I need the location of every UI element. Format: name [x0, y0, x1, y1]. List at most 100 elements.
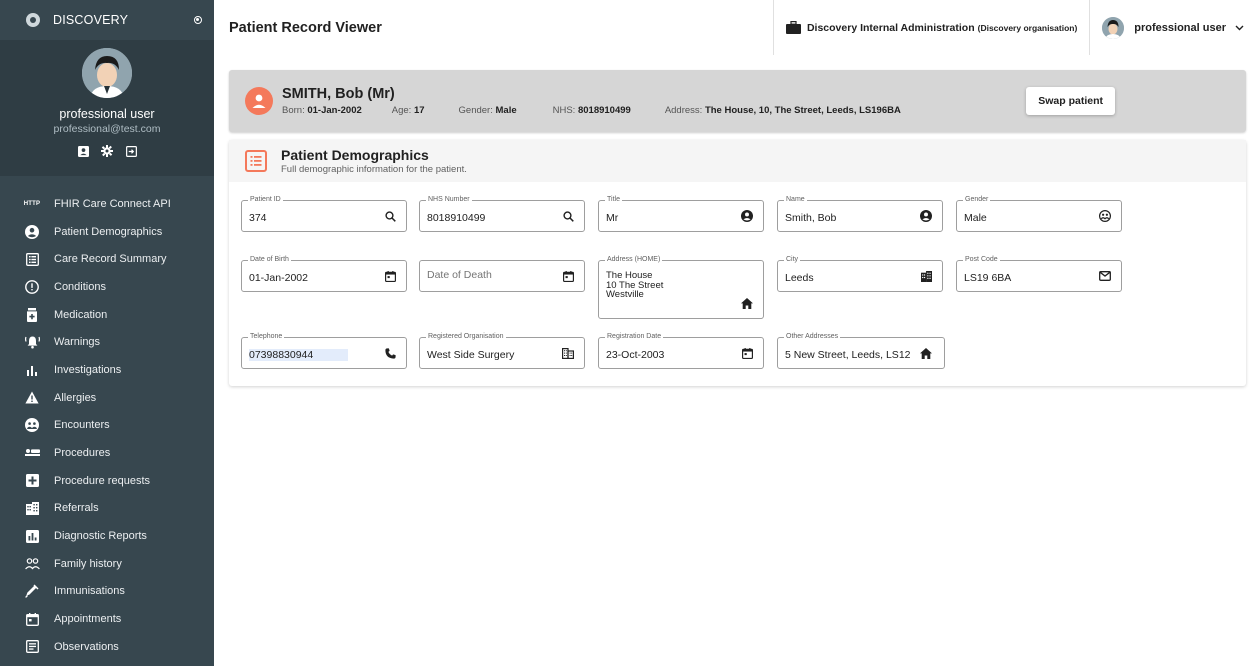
bar-chart-icon [24, 362, 40, 378]
swap-patient-button[interactable]: Swap patient [1026, 87, 1115, 115]
sidebar-nav: HTTP FHIR Care Connect API Patient Demog… [0, 176, 214, 661]
sidebar-item-medication[interactable]: Medication [0, 301, 214, 329]
sidebar-item-encounters[interactable]: Encounters [0, 412, 214, 440]
calendar-icon[interactable] [741, 347, 753, 359]
search-icon[interactable] [384, 210, 396, 222]
phone-icon[interactable] [384, 347, 396, 359]
medical-plus-icon [24, 473, 40, 489]
account-box-icon[interactable] [76, 144, 90, 158]
registration-date-field[interactable]: Registration Date 23-Oct-2003 [598, 332, 764, 369]
gender-field[interactable]: Gender Male [956, 195, 1122, 232]
nhs-label: NHS: [552, 105, 576, 116]
sidebar-item-label: Allergies [54, 391, 97, 404]
other-addresses-field[interactable]: Other Addresses 5 New Street, Leeds, LS1… [777, 332, 945, 369]
name-field[interactable]: Name Smith, Bob [777, 195, 943, 232]
search-icon[interactable] [562, 210, 574, 222]
sidebar-item-observations[interactable]: Observations [0, 633, 214, 661]
radio-toggle-icon[interactable] [194, 16, 202, 24]
age-label: Age: [391, 105, 412, 116]
sidebar-item-label: Appointments [54, 613, 122, 626]
field-value: 374 [249, 212, 267, 224]
user-menu[interactable]: professional user [1089, 0, 1258, 55]
sidebar-item-label: Family history [54, 557, 122, 570]
field-value: Male [964, 212, 987, 224]
sidebar-item-investigations[interactable]: Investigations [0, 356, 214, 384]
patient-id-field[interactable]: Patient ID 374 [241, 195, 407, 232]
field-label: City [784, 255, 801, 265]
notes-icon [24, 639, 40, 655]
born-value: 01-Jan-2002 [307, 105, 362, 116]
sidebar-item-label: FHIR Care Connect API [54, 197, 171, 210]
domain-icon [562, 347, 574, 359]
discovery-logo-icon [26, 13, 40, 27]
warning-triangle-icon [24, 390, 40, 406]
profile-actions [76, 144, 138, 158]
age-value: 17 [413, 105, 425, 116]
nhs-value: 8018910499 [577, 105, 631, 116]
sidebar-item-procedure-requests[interactable]: Procedure requests [0, 467, 214, 495]
field-label: Post Code [963, 255, 1000, 265]
building-icon [24, 500, 40, 516]
top-bar: Patient Record Viewer Discovery Internal… [214, 0, 1258, 70]
sidebar-item-fhir[interactable]: HTTP FHIR Care Connect API [0, 190, 214, 218]
date-of-birth-field[interactable]: Date of Birth 01-Jan-2002 [241, 255, 407, 292]
field-value: The House 10 The Street Westville [606, 270, 664, 300]
date-of-death-field[interactable]: Date of Death [419, 260, 585, 292]
sidebar-item-immunisations[interactable]: Immunisations [0, 578, 214, 606]
gender-value: Male [495, 105, 517, 116]
list-alt-icon [24, 251, 40, 267]
profile-email: professional@test.com [53, 123, 161, 135]
envelope-icon [1099, 270, 1111, 282]
sidebar-item-allergies[interactable]: Allergies [0, 384, 214, 412]
patient-summary: Born: 01-Jan-2002 Age: 17 Gender: Male N… [282, 105, 1026, 116]
gender-label: Gender: [458, 105, 493, 116]
error-outline-icon [24, 279, 40, 295]
sidebar-item-procedures[interactable]: Procedures [0, 439, 214, 467]
demographics-subtitle: Full demographic information for the pat… [281, 164, 467, 175]
field-label: Gender [963, 195, 991, 205]
field-value: 5 New Street, Leeds, LS12 [785, 349, 911, 361]
http-icon: HTTP [23, 200, 41, 207]
sidebar-item-appointments[interactable]: Appointments [0, 605, 214, 633]
calendar-icon[interactable] [384, 270, 396, 282]
field-value: LS19 6BA [964, 272, 1012, 284]
gear-icon[interactable] [100, 144, 114, 158]
sidebar-item-referrals[interactable]: Referrals [0, 495, 214, 523]
telephone-field[interactable]: Telephone 07398830944 [241, 332, 407, 369]
sidebar-item-label: Procedure requests [54, 474, 150, 487]
address-field[interactable]: Address (HOME) The House 10 The Street W… [598, 255, 764, 319]
sidebar-item-warnings[interactable]: Warnings [0, 328, 214, 356]
calendar-icon [24, 611, 40, 627]
briefcase-icon [785, 21, 801, 34]
organisation-selector[interactable]: Discovery Internal Administration (Disco… [772, 0, 1089, 55]
field-value: Smith, Bob [785, 212, 837, 224]
field-label: NHS Number [426, 195, 472, 205]
sidebar-item-label: Procedures [54, 447, 111, 460]
home-icon [920, 347, 932, 359]
page-title: Patient Record Viewer [229, 19, 382, 36]
nhs-number-field[interactable]: NHS Number 8018910499 [419, 195, 585, 232]
field-value: Mr [606, 212, 619, 224]
sidebar-item-demographics[interactable]: Patient Demographics [0, 218, 214, 246]
user-name: professional user [1134, 21, 1226, 34]
field-value: 07398830944 [249, 349, 349, 361]
sidebar-item-label: Encounters [54, 419, 110, 432]
city-field[interactable]: City Leeds [777, 255, 943, 292]
sidebar-item-conditions[interactable]: Conditions [0, 273, 214, 301]
sidebar-item-care-record[interactable]: Care Record Summary [0, 245, 214, 273]
field-label: Date of Birth [248, 255, 291, 265]
field-label: Address (HOME) [605, 255, 663, 265]
field-label: Other Addresses [784, 332, 841, 342]
sidebar-item-label: Warnings [54, 336, 101, 349]
main-content: SMITH, Bob (Mr) Born: 01-Jan-2002 Age: 1… [229, 70, 1246, 386]
post-code-field[interactable]: Post Code LS19 6BA [956, 255, 1122, 292]
title-field[interactable]: Title Mr [598, 195, 764, 232]
registered-organisation-field[interactable]: Registered Organisation West Side Surger… [419, 332, 585, 369]
report-chart-icon [24, 528, 40, 544]
sidebar-item-label: Medication [54, 308, 108, 321]
sidebar-item-family-history[interactable]: Family history [0, 550, 214, 578]
sidebar-item-diagnostic-reports[interactable]: Diagnostic Reports [0, 522, 214, 550]
logout-icon[interactable] [124, 144, 138, 158]
sidebar-item-label: Referrals [54, 502, 99, 515]
calendar-icon[interactable] [562, 270, 574, 282]
